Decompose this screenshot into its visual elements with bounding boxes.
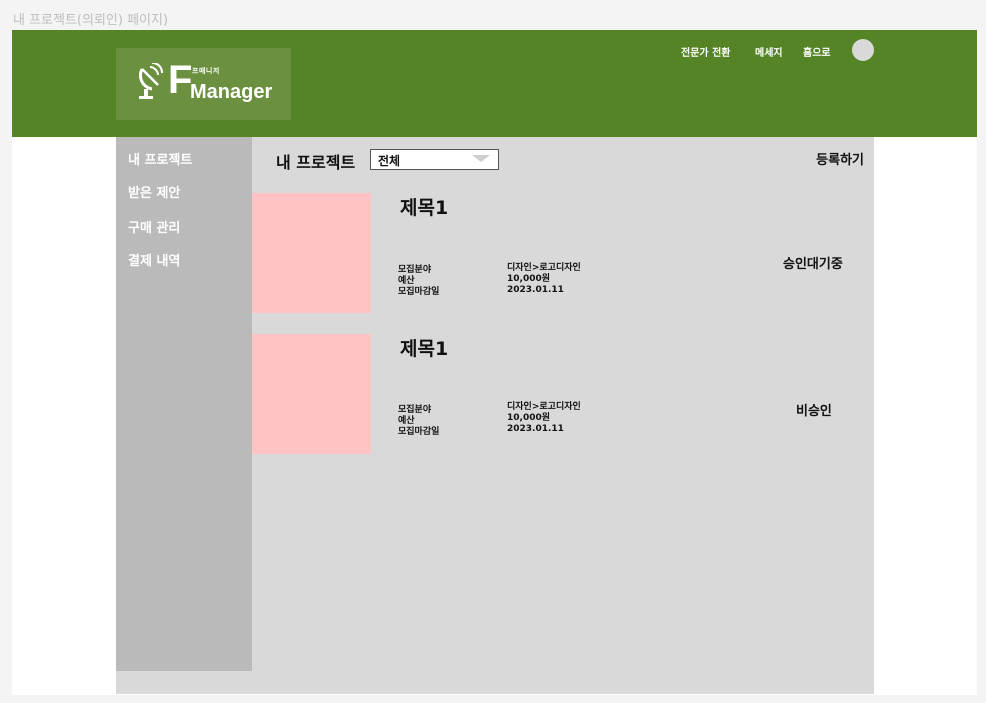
deadline-label: 모집마감일 — [398, 287, 440, 297]
project-title: 제목1 — [400, 197, 449, 219]
register-button[interactable]: 등록하기 — [816, 149, 864, 168]
budget-value: 10,000원 — [507, 274, 551, 284]
budget-label: 예산 — [398, 416, 415, 426]
project-field-labels: 모집분야 예산 모집마감일 — [398, 405, 439, 438]
budget-value: 10,000원 — [507, 413, 551, 423]
header: F 프매니저 Manager 전문가 전환 메세지 홈으로 — [12, 30, 977, 137]
app-frame: F 프매니저 Manager 전문가 전환 메세지 홈으로 내 프로젝트 받은 … — [12, 30, 977, 695]
project-field-values: 디자인>로고디자인 10,000원 2023.01.11 — [507, 402, 581, 435]
page-title: 내 프로젝트 — [276, 153, 356, 172]
dropdown-caret-icon — [472, 155, 490, 162]
logo[interactable]: F 프매니저 Manager — [116, 48, 291, 120]
project-title: 제목1 — [400, 338, 449, 360]
page-label: 내 프로젝트(의뢰인) 페이지) — [13, 13, 169, 28]
sidebar-item-purchase-management[interactable]: 구매 관리 — [128, 217, 180, 236]
status-filter-select[interactable]: 전체 — [370, 149, 499, 170]
project-thumbnail — [252, 193, 371, 313]
category-label: 모집분야 — [398, 405, 432, 415]
logo-wordmark: Manager — [190, 81, 273, 103]
category-label: 모집분야 — [398, 265, 432, 275]
budget-label: 예산 — [398, 276, 415, 286]
sidebar-item-received-proposals[interactable]: 받은 제안 — [128, 182, 180, 201]
project-field-values: 디자인>로고디자인 10,000원 2023.01.11 — [507, 263, 581, 296]
status-badge: 승인대기중 — [783, 257, 843, 272]
logo-subtitle: 프매니저 — [192, 67, 220, 75]
sidebar-item-my-projects[interactable]: 내 프로젝트 — [128, 149, 192, 168]
sidebar-item-payment-history[interactable]: 결제 내역 — [128, 250, 180, 269]
content-area: 내 프로젝트 받은 제안 구매 관리 결제 내역 내 프로젝트 전체 등록하기 … — [116, 137, 874, 694]
project-card[interactable]: 제목1 모집분야 예산 모집마감일 디자인>로고디자인 10,000원 2023… — [252, 334, 874, 454]
category-value: 디자인>로고디자인 — [507, 402, 581, 412]
switch-to-expert-link[interactable]: 전문가 전환 — [681, 44, 730, 59]
user-avatar[interactable] — [852, 39, 874, 61]
project-card[interactable]: 제목1 모집분야 예산 모집마감일 디자인>로고디자인 10,000원 2023… — [252, 193, 874, 313]
filter-selected-value: 전체 — [378, 154, 401, 168]
home-link[interactable]: 홈으로 — [803, 44, 831, 59]
category-value: 디자인>로고디자인 — [507, 263, 581, 273]
messages-link[interactable]: 메세지 — [755, 44, 783, 59]
sidebar: 내 프로젝트 받은 제안 구매 관리 결제 내역 — [116, 137, 252, 671]
deadline-value: 2023.01.11 — [507, 285, 564, 295]
status-badge: 비승인 — [796, 404, 832, 419]
deadline-label: 모집마감일 — [398, 427, 440, 437]
deadline-value: 2023.01.11 — [507, 424, 564, 434]
project-field-labels: 모집분야 예산 모집마감일 — [398, 265, 439, 298]
project-thumbnail — [252, 334, 371, 454]
logo-letter: F — [168, 58, 193, 102]
satellite-dish-icon — [136, 62, 170, 107]
